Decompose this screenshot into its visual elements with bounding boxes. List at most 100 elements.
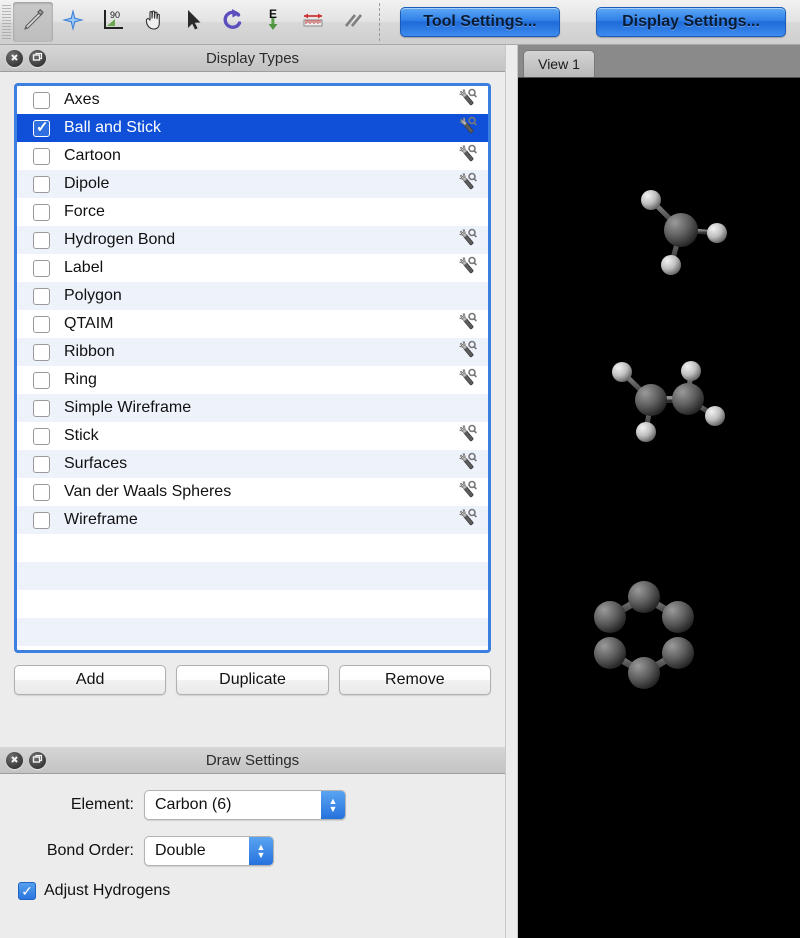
hand-icon	[140, 7, 166, 38]
wrench-icon[interactable]	[456, 507, 478, 534]
bond-order-value: Double	[155, 842, 206, 859]
auto-optimize-tool-button[interactable]: E	[253, 2, 293, 42]
display-type-row[interactable]: Cartoon	[17, 142, 488, 170]
wrench-icon-placeholder	[456, 201, 478, 223]
display-type-checkbox[interactable]	[33, 455, 50, 473]
display-type-label: Ribbon	[64, 343, 115, 360]
display-type-label: Label	[64, 259, 104, 276]
toolbar-grip[interactable]	[2, 5, 11, 39]
wrench-icon[interactable]	[456, 479, 478, 506]
empty-list-row[interactable]	[17, 618, 488, 646]
tool-settings-button[interactable]: Tool Settings...	[400, 7, 560, 37]
display-type-row[interactable]: QTAIM	[17, 310, 488, 338]
wrench-icon[interactable]	[456, 255, 478, 282]
add-button[interactable]: Add	[14, 665, 167, 695]
display-type-checkbox[interactable]	[33, 483, 50, 501]
display-type-checkbox[interactable]	[33, 371, 50, 389]
vertical-splitter[interactable]	[505, 45, 518, 938]
display-type-row[interactable]: Wireframe	[17, 506, 488, 534]
display-type-checkbox[interactable]	[33, 427, 50, 445]
wrench-icon[interactable]	[456, 115, 478, 142]
wrench-icon[interactable]	[456, 451, 478, 478]
draw-tool-button[interactable]	[13, 2, 53, 42]
display-type-label: Surfaces	[64, 455, 128, 472]
adjust-hydrogens-row[interactable]: ✓ Adjust Hydrogens	[0, 882, 505, 900]
wrench-icon[interactable]	[456, 339, 478, 366]
display-type-row[interactable]: Hydrogen Bond	[17, 226, 488, 254]
double-slash-icon	[340, 7, 366, 38]
display-type-checkbox[interactable]	[33, 118, 50, 137]
align-tool-button[interactable]	[333, 2, 373, 42]
wrench-icon-placeholder	[456, 397, 478, 419]
display-type-row[interactable]: Simple Wireframe	[17, 394, 488, 422]
close-icon[interactable]	[6, 49, 23, 67]
display-types-panel-header: Display Types	[0, 45, 505, 72]
display-type-checkbox[interactable]	[33, 511, 50, 529]
element-value: Carbon (6)	[155, 796, 232, 813]
auto-rotate-tool-button[interactable]	[213, 2, 253, 42]
display-type-row[interactable]: Axes	[17, 86, 488, 114]
adjust-hydrogens-label: Adjust Hydrogens	[44, 882, 171, 899]
hand-tool-button[interactable]	[133, 2, 173, 42]
display-type-label: Force	[64, 203, 105, 220]
undock-icon[interactable]	[29, 751, 46, 769]
select-tool-button[interactable]	[173, 2, 213, 42]
display-type-row[interactable]: Label	[17, 254, 488, 282]
chevron-updown-icon[interactable]: ▲ ▼	[321, 791, 345, 819]
empty-list-row[interactable]	[17, 534, 488, 562]
axis-90-icon: 90	[100, 7, 126, 38]
undock-icon[interactable]	[29, 49, 46, 67]
display-type-checkbox[interactable]	[33, 287, 50, 305]
close-icon[interactable]	[6, 751, 23, 769]
display-types-list[interactable]: Axes Ball and Stick Cartoon Dipole Force Hydr…	[14, 83, 491, 653]
display-type-row[interactable]: Ring	[17, 366, 488, 394]
wrench-icon[interactable]	[456, 227, 478, 254]
display-type-checkbox[interactable]	[33, 259, 50, 277]
wrench-icon[interactable]	[456, 87, 478, 114]
duplicate-button[interactable]: Duplicate	[176, 665, 329, 695]
bond-order-row: Bond Order: Double ▲ ▼	[0, 836, 505, 866]
element-select[interactable]: Carbon (6) ▲ ▼	[144, 790, 346, 820]
wrench-icon[interactable]	[456, 423, 478, 450]
molecule-3d-viewport[interactable]	[518, 78, 800, 938]
display-type-checkbox[interactable]	[33, 343, 50, 361]
view-tab[interactable]: View 1	[523, 50, 595, 77]
display-type-row[interactable]: Dipole	[17, 170, 488, 198]
display-type-label: Simple Wireframe	[64, 399, 192, 416]
wrench-icon[interactable]	[456, 171, 478, 198]
display-types-list-wrap: Axes Ball and Stick Cartoon Dipole Force Hydr…	[0, 72, 505, 653]
empty-list-row[interactable]	[17, 562, 488, 590]
measure-tool-button[interactable]	[293, 2, 333, 42]
display-type-row[interactable]: Van der Waals Spheres	[17, 478, 488, 506]
wrench-icon[interactable]	[456, 311, 478, 338]
chevron-updown-icon[interactable]: ▲ ▼	[249, 837, 273, 865]
display-types-panel-title: Display Types	[205, 49, 300, 67]
display-type-row[interactable]: Polygon	[17, 282, 488, 310]
display-type-checkbox[interactable]	[33, 203, 50, 221]
display-type-checkbox[interactable]	[33, 315, 50, 333]
display-type-checkbox[interactable]	[33, 175, 50, 193]
display-type-row[interactable]: Surfaces	[17, 450, 488, 478]
display-type-row[interactable]: Force	[17, 198, 488, 226]
pencil-icon	[20, 7, 46, 38]
display-type-row[interactable]: Stick	[17, 422, 488, 450]
display-type-row[interactable]: Ball and Stick	[17, 114, 488, 142]
wrench-icon[interactable]	[456, 367, 478, 394]
empty-list-row[interactable]	[17, 590, 488, 618]
adjust-hydrogens-checkbox[interactable]: ✓	[18, 882, 36, 900]
display-settings-button[interactable]: Display Settings...	[596, 7, 786, 37]
display-type-checkbox[interactable]	[33, 147, 50, 165]
navigate-tool-button[interactable]	[53, 2, 93, 42]
wrench-icon[interactable]	[456, 143, 478, 170]
display-type-row[interactable]: Ribbon	[17, 338, 488, 366]
display-type-label: Ring	[64, 371, 97, 388]
display-type-label: Stick	[64, 427, 99, 444]
display-type-checkbox[interactable]	[33, 231, 50, 249]
display-type-checkbox[interactable]	[33, 91, 50, 109]
display-type-checkbox[interactable]	[33, 399, 50, 417]
remove-button[interactable]: Remove	[338, 665, 491, 695]
bond-order-select[interactable]: Double ▲ ▼	[144, 836, 274, 866]
axis-manipulate-tool-button[interactable]: 90	[93, 2, 133, 42]
display-type-label: Hydrogen Bond	[64, 231, 176, 248]
display-type-label: Polygon	[64, 287, 122, 304]
